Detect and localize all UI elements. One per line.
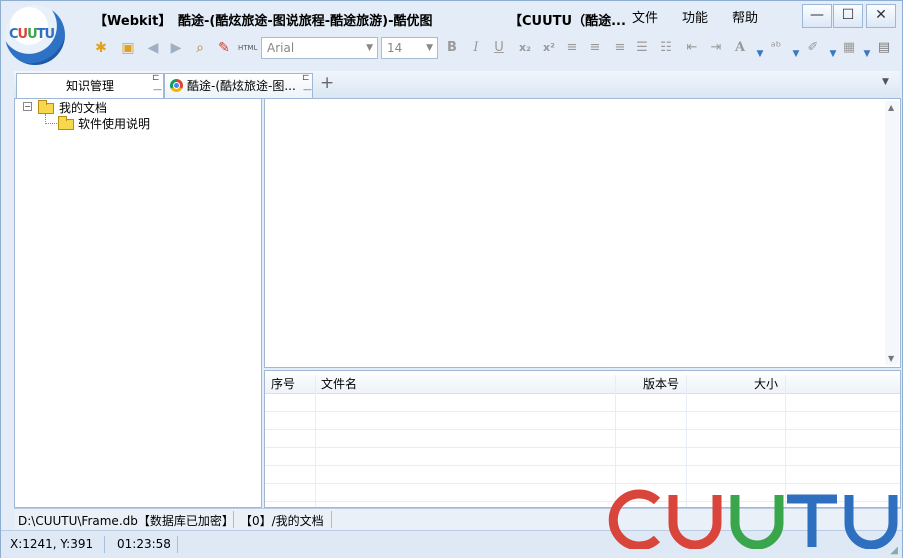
grid-line (785, 375, 786, 507)
maximize-button[interactable]: ☐ (833, 4, 863, 28)
grid-line (265, 429, 900, 430)
align-right-icon[interactable]: ≡ (611, 39, 629, 57)
grid-line (265, 465, 900, 466)
status-separator (233, 511, 234, 528)
cursor-coords-status: X:1241, Y:391 (10, 537, 94, 551)
font-size-value: 14 (387, 41, 403, 55)
scroll-down-icon[interactable]: ▼ (888, 354, 894, 363)
status-separator (104, 536, 105, 553)
col-header-filename[interactable]: 文件名 (321, 375, 357, 393)
back-arrow-icon[interactable]: ◀ (144, 39, 162, 57)
tree-item-label[interactable]: 软件使用说明 (78, 115, 150, 132)
vertical-scrollbar[interactable]: ▲ ▼ (885, 101, 899, 365)
font-name-select[interactable]: Arial ▼ (261, 37, 378, 59)
add-folder-icon[interactable]: ▣ (119, 39, 137, 57)
pin-icon[interactable]: ⊏ (302, 74, 310, 83)
chevron-down-icon: ▼ (366, 43, 373, 53)
tab-list-dropdown-icon[interactable]: ▼ (882, 77, 889, 87)
status-separator (331, 511, 332, 528)
outdent-icon[interactable]: ⇤ (683, 39, 701, 57)
folder-icon (58, 116, 74, 130)
content-view[interactable]: ▲ ▼ (264, 98, 901, 368)
grid-line (265, 447, 900, 448)
chevron-down-icon: ▼ (426, 43, 433, 53)
close-button[interactable]: ✕ (866, 4, 896, 28)
tree-root-label[interactable]: 我的文档 (59, 99, 107, 116)
table-header (265, 375, 900, 394)
current-path-status: 【0】/我的文档 (240, 514, 324, 528)
app-window: CUUTU 【Webkit】 酷途-(酷炫旅途-图说旅程-酷途旅游)-酷优图 【… (0, 0, 903, 558)
close-icon[interactable]: — (153, 86, 162, 95)
close-icon[interactable]: — (303, 86, 312, 95)
align-center-icon[interactable]: ≡ (586, 39, 604, 57)
chrome-icon (170, 79, 183, 92)
tab-label: 酷途-(酷炫旅途-图... (187, 79, 296, 93)
italic-button[interactable]: I (467, 39, 485, 57)
html-icon[interactable]: HTML (238, 39, 257, 57)
font-size-select[interactable]: 14 ▼ (381, 37, 438, 59)
collapse-toggle-icon[interactable]: − (23, 102, 32, 111)
engine-label: 【Webkit】 (94, 14, 172, 29)
tab-knowledge-management[interactable]: 知识管理 (16, 73, 164, 98)
menu-function[interactable]: 功能 (682, 7, 708, 26)
align-left-icon[interactable]: ≡ (563, 39, 581, 57)
edit-note-icon[interactable]: ✎ (215, 39, 233, 57)
col-header-size[interactable]: 大小 (754, 375, 778, 393)
highlight-icon[interactable]: ᵃᵇ (767, 39, 785, 57)
image-icon[interactable]: ▤ (875, 39, 893, 57)
chevron-down-icon[interactable]: ▼ (787, 45, 805, 63)
grid-line (265, 483, 900, 484)
grid-line (265, 411, 900, 412)
tab-browser[interactable]: 酷途-(酷炫旅途-图... (164, 73, 313, 98)
pin-icon[interactable]: ⊏ (152, 74, 160, 83)
app-logo-text: CUUTU (9, 27, 55, 42)
superscript-button[interactable]: x² (540, 39, 558, 57)
knowledge-tree-panel: − 我的文档 软件使用说明 (14, 98, 262, 508)
brand-label: 【CUUTU（酷途... (509, 14, 626, 29)
add-tab-button[interactable]: + (320, 73, 334, 93)
indent-icon[interactable]: ⇥ (707, 39, 725, 57)
pen-icon[interactable]: ✐ (804, 39, 822, 57)
subscript-button[interactable]: x₂ (516, 39, 534, 57)
bold-button[interactable]: B (443, 39, 461, 57)
forward-arrow-icon[interactable]: ▶ (167, 39, 185, 57)
db-path-status: D:\CUUTU\Frame.db【数据库已加密】 (18, 514, 234, 528)
underline-button[interactable]: U (490, 39, 508, 57)
clock-status: 01:23:58 (117, 537, 171, 551)
tree-connector (45, 123, 57, 124)
grid-line (686, 375, 687, 507)
folder-open-icon (38, 100, 54, 114)
font-color-button[interactable]: A (731, 39, 749, 57)
minimize-button[interactable]: — (802, 4, 832, 28)
new-note-icon[interactable]: ✱ (92, 39, 110, 57)
chevron-down-icon[interactable]: ▼ (858, 45, 876, 63)
status-separator (177, 536, 178, 553)
cuutu-watermark-logo (608, 489, 898, 549)
tab-label: 知识管理 (65, 79, 114, 93)
window-title: 酷途-(酷炫旅途-图说旅程-酷途旅游)-酷优图 (178, 14, 433, 29)
file-table: 序号 文件名 版本号 大小 (264, 370, 901, 508)
scroll-up-icon[interactable]: ▲ (888, 103, 894, 112)
bullet-list-icon[interactable]: ☰ (633, 39, 651, 57)
search-icon[interactable]: ⌕ (191, 39, 209, 57)
tab-bar: 知识管理 ⊏ — 酷途-(酷炫旅途-图... ⊏ — + ▼ (14, 71, 900, 99)
font-name-value: Arial (267, 41, 295, 55)
insert-table-icon[interactable]: ▦ (840, 39, 858, 57)
grid-line (315, 375, 316, 507)
col-header-index[interactable]: 序号 (271, 375, 295, 393)
numbered-list-icon[interactable]: ☷ (657, 39, 675, 57)
grid-line (615, 375, 616, 507)
menu-help[interactable]: 帮助 (732, 7, 758, 26)
col-header-version[interactable]: 版本号 (643, 375, 679, 393)
menu-file[interactable]: 文件 (632, 7, 658, 26)
